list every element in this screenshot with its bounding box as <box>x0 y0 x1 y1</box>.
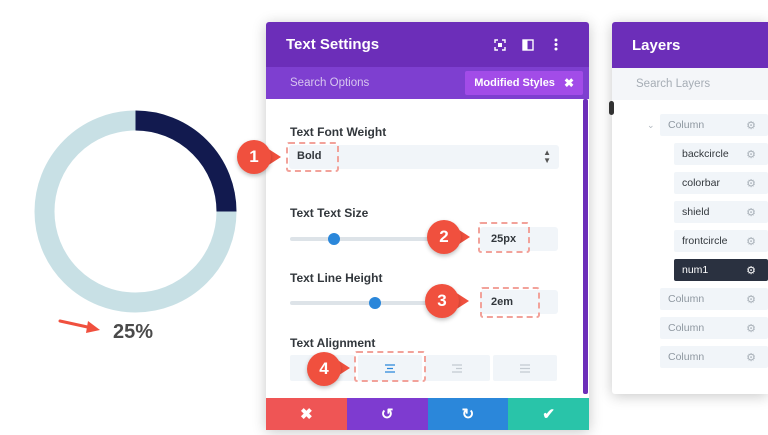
select-arrows-icon: ▲ ▼ <box>543 148 551 165</box>
layer-item-label: num1 <box>682 264 709 276</box>
chevron-down-icon[interactable]: ⌄ <box>647 120 655 131</box>
layer-item[interactable]: Column ⚙ <box>660 346 768 368</box>
close-icon: ✖ <box>300 406 313 423</box>
highlight-text-size <box>478 222 530 253</box>
redo-icon: ↻ <box>461 406 475 423</box>
panel-title: Text Settings <box>286 36 380 53</box>
highlight-font-weight <box>286 142 339 172</box>
text-size-label: Text Text Size <box>290 206 369 220</box>
arrow-right-icon <box>58 319 100 333</box>
alignment-label: Text Alignment <box>290 336 376 350</box>
modified-styles-button[interactable]: Modified Styles ✖ <box>465 71 583 95</box>
layers-title: Layers <box>612 22 768 68</box>
align-justify-icon <box>519 363 530 373</box>
panel-scrollbar[interactable] <box>583 99 588 394</box>
align-right-icon <box>452 363 463 373</box>
undo-icon: ↺ <box>380 406 394 423</box>
circle-counter <box>34 110 237 313</box>
discard-button[interactable]: ✖ <box>266 398 347 430</box>
search-layers-input[interactable]: Search Layers <box>612 68 768 100</box>
gear-icon[interactable]: ⚙ <box>744 322 758 335</box>
panel-header: Text Settings <box>266 22 589 67</box>
highlight-line-height <box>480 287 540 318</box>
undo-button[interactable]: ↺ <box>346 398 428 430</box>
gear-icon[interactable]: ⚙ <box>744 206 758 219</box>
search-options-bar: Search Options Modified Styles ✖ <box>266 67 589 99</box>
layer-item[interactable]: colorbar ⚙ <box>674 172 768 194</box>
highlight-alignment <box>354 351 426 382</box>
save-button[interactable]: ✔ <box>508 398 589 430</box>
panel-footer: ✖ ↺ ↻ ✔ <box>266 398 589 430</box>
layer-item-label: colorbar <box>682 177 720 189</box>
split-view-icon[interactable] <box>515 32 541 58</box>
callout-3: 3 <box>425 284 459 318</box>
callout-4: 4 <box>307 352 341 386</box>
more-vertical-icon[interactable] <box>543 32 569 58</box>
counter-bar <box>135 110 237 212</box>
modified-styles-label: Modified Styles <box>474 77 555 89</box>
focus-icon[interactable] <box>487 32 513 58</box>
font-weight-label: Text Font Weight <box>290 125 387 139</box>
line-height-label: Text Line Height <box>290 271 383 285</box>
layer-item[interactable]: backcircle ⚙ <box>674 143 768 165</box>
check-icon: ✔ <box>542 406 555 423</box>
callout-2: 2 <box>427 220 461 254</box>
layer-item[interactable]: Column ⚙ <box>660 288 768 310</box>
layer-item[interactable]: Column ⚙ <box>660 317 768 339</box>
gear-icon[interactable]: ⚙ <box>744 148 758 161</box>
layer-item-label: Column <box>668 293 705 305</box>
redo-button[interactable]: ↻ <box>427 398 509 430</box>
layer-item-label: backcircle <box>682 148 729 160</box>
callout-1: 1 <box>237 140 271 174</box>
layer-item-label: shield <box>682 206 710 218</box>
align-right-button[interactable] <box>425 355 490 381</box>
gear-icon[interactable]: ⚙ <box>744 351 758 364</box>
layer-item-label: Column <box>668 119 705 131</box>
layer-item[interactable]: Column ⚙ <box>660 114 768 136</box>
layer-item[interactable]: shield ⚙ <box>674 201 768 223</box>
gear-icon[interactable]: ⚙ <box>744 293 758 306</box>
align-justify-button[interactable] <box>492 355 557 381</box>
layers-scrollbar[interactable] <box>609 101 614 115</box>
gear-icon[interactable]: ⚙ <box>744 264 758 277</box>
gear-icon[interactable]: ⚙ <box>744 235 758 248</box>
gear-icon[interactable]: ⚙ <box>744 177 758 190</box>
close-icon[interactable]: ✖ <box>564 76 574 90</box>
layer-item-label: Column <box>668 322 705 334</box>
layer-item-label: frontcircle <box>682 235 728 247</box>
layer-item[interactable]: frontcircle ⚙ <box>674 230 768 252</box>
search-options-input[interactable]: Search Options <box>290 77 369 89</box>
layer-item[interactable]: num1 ⚙ <box>674 259 768 281</box>
layer-item-label: Column <box>668 351 705 363</box>
percent-label: 25% <box>113 321 154 343</box>
gear-icon[interactable]: ⚙ <box>744 119 758 132</box>
layers-panel: Layers Search Layers ⌄ Column ⚙ backcircle… <box>612 22 768 394</box>
